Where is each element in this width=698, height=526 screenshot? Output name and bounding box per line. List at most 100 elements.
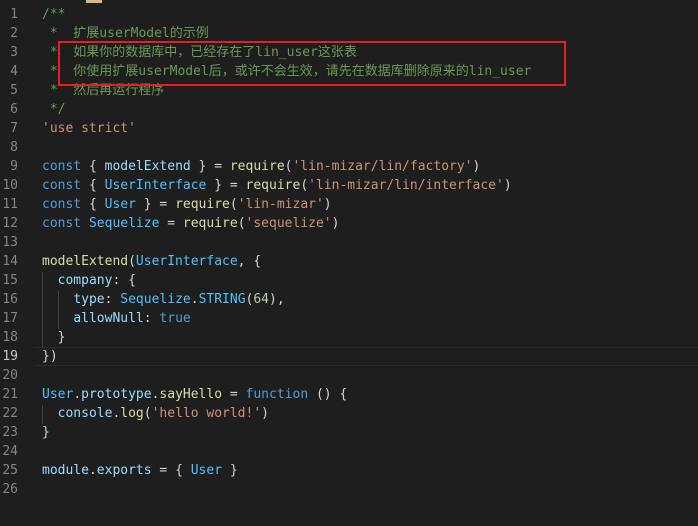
code-token: log [120, 406, 144, 421]
code-token: { [81, 159, 105, 174]
scroll-position-marker [86, 0, 102, 3]
code-token: } = [206, 178, 246, 193]
code-line[interactable]: User.prototype.sayHello = function () { [42, 385, 347, 404]
code-token: Sequelize [120, 292, 191, 307]
code-line[interactable]: const { User } = require('lin-mizar') [42, 195, 332, 214]
code-token: modelExtend [104, 159, 191, 174]
code-token: Sequelize [88, 216, 160, 231]
code-token: require [245, 178, 301, 193]
line-number: 20 [2, 368, 18, 383]
code-token: ( [229, 197, 238, 212]
code-token: () { [308, 387, 348, 402]
line-number: 14 [2, 254, 18, 269]
code-line[interactable]: type: Sequelize.STRING(64), [42, 290, 284, 309]
line-number: 21 [2, 387, 18, 402]
code-token: User [190, 463, 223, 478]
line-number: 26 [2, 482, 18, 497]
code-line[interactable]: const Sequelize = require('sequelize') [42, 214, 339, 233]
code-token: . [88, 463, 97, 478]
code-token: , { [237, 254, 262, 269]
line-number: 16 [2, 292, 18, 307]
code-token: 'lin-mizar/lin/factory' [292, 159, 473, 174]
code-token: exports [96, 463, 152, 478]
line-number: 7 [10, 121, 18, 136]
line-number: 17 [2, 311, 18, 326]
code-line[interactable]: const { UserInterface } = require('lin-m… [42, 176, 512, 195]
code-token: 'hello world!' [151, 406, 262, 421]
code-line[interactable]: /** [42, 5, 65, 24]
code-token: } [222, 463, 238, 478]
code-token: ( [143, 406, 152, 421]
code-token: ) [472, 159, 481, 174]
line-number: 6 [10, 102, 18, 117]
code-token: . [190, 292, 199, 307]
code-token: } [42, 425, 50, 440]
code-line[interactable]: */ [42, 100, 66, 119]
line-number: 25 [2, 463, 18, 478]
code-token: ( [300, 178, 309, 193]
line-number: 12 [2, 216, 18, 231]
code-token: true [159, 311, 191, 326]
code-token: . [73, 387, 82, 402]
code-token: require [182, 216, 238, 231]
code-token: = [159, 216, 183, 231]
code-token: sayHello [159, 387, 223, 402]
annotation-highlight-box [58, 41, 566, 86]
code-token: allowNull [73, 311, 144, 326]
code-editor[interactable]: 1/** 2 * 扩展userModel的示例 3 * 如果你的数据库中，已经存在了… [0, 0, 698, 526]
line-number: 9 [10, 159, 18, 174]
code-token: const [42, 216, 82, 231]
code-token: 'lin-mizar' [237, 197, 324, 212]
code-token: : [143, 311, 160, 326]
code-token: prototype [81, 387, 152, 402]
line-number: 19 [2, 349, 18, 364]
code-token: ) [261, 406, 269, 421]
line-number: 4 [10, 64, 18, 79]
line-number: 23 [2, 425, 18, 440]
line-number: 18 [2, 330, 18, 345]
code-line[interactable]: } [42, 328, 66, 347]
code-token: ) [323, 197, 332, 212]
line-number: 24 [2, 444, 18, 459]
code-token: } [42, 330, 66, 345]
code-token: require [229, 159, 285, 174]
line-number: 10 [2, 178, 18, 193]
current-line-highlight [34, 347, 698, 366]
code-token: /** [42, 7, 66, 22]
code-token: { [81, 197, 105, 212]
line-number: 5 [10, 83, 18, 98]
code-token: module [42, 463, 89, 478]
code-token: User [104, 197, 136, 212]
code-token: 'lin-mizar/lin/interface' [308, 178, 504, 193]
code-line[interactable]: module.exports = { User } [42, 461, 238, 480]
code-line[interactable]: } [42, 423, 50, 442]
code-token: UserInterface [104, 178, 207, 193]
code-token: { [81, 178, 105, 193]
code-token: * 扩展userModel的示例 [42, 26, 209, 41]
code-token: } = [190, 159, 230, 174]
code-token: STRING [198, 292, 246, 307]
code-line[interactable]: company: { [42, 271, 136, 290]
code-token: type [73, 292, 105, 307]
line-number: 15 [2, 273, 18, 288]
code-line[interactable]: }) [42, 347, 58, 366]
code-token: = { [151, 463, 191, 478]
code-line[interactable]: 'use strict' [42, 119, 136, 138]
code-token: const [42, 197, 82, 212]
code-line[interactable]: allowNull: true [42, 309, 191, 328]
code-line[interactable]: modelExtend(UserInterface, { [42, 252, 261, 271]
code-token: 'use strict' [42, 121, 136, 136]
code-line[interactable]: console.log('hello world!') [42, 404, 269, 423]
code-token: require [175, 197, 230, 212]
code-token: User [42, 387, 74, 402]
line-number: 11 [2, 197, 18, 212]
code-token: const [42, 159, 82, 174]
code-token: modelExtend [42, 254, 129, 269]
code-token: company [57, 273, 113, 288]
code-line[interactable]: const { modelExtend } = require('lin-miz… [42, 157, 480, 176]
line-number: 8 [10, 140, 18, 155]
